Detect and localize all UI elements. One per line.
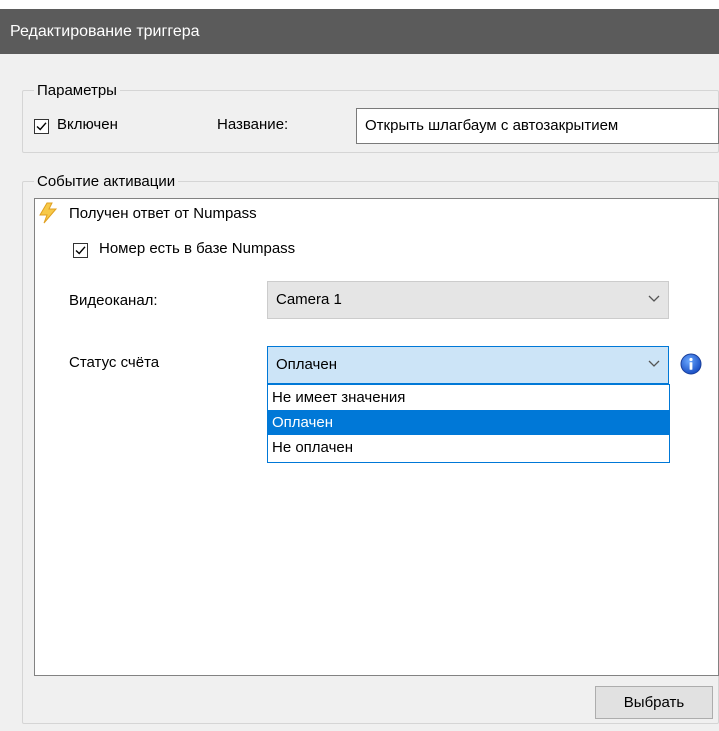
in-base-checkbox[interactable]: [73, 243, 88, 258]
status-option-unpaid[interactable]: Не оплачен: [268, 435, 669, 460]
video-channel-value: Camera 1: [276, 291, 342, 308]
video-channel-select[interactable]: Camera 1: [267, 281, 669, 319]
account-status-select[interactable]: Оплачен: [267, 346, 669, 384]
window-title-bar: Редактирование триггера: [0, 9, 719, 54]
checkmark-icon: [75, 246, 86, 255]
window-title: Редактирование триггера: [10, 23, 200, 40]
name-label: Название:: [217, 116, 289, 133]
lightning-bolt-icon: [38, 202, 58, 228]
status-option-paid[interactable]: Оплачен: [268, 410, 669, 435]
status-option-any[interactable]: Не имеет значения: [268, 385, 669, 410]
select-button[interactable]: Выбрать: [595, 686, 713, 719]
trigger-title[interactable]: Получен ответ от Numpass: [69, 205, 257, 222]
info-icon[interactable]: [680, 353, 702, 379]
checkmark-icon: [36, 122, 47, 131]
in-base-label[interactable]: Номер есть в базе Numpass: [99, 240, 295, 257]
chevron-down-icon: [648, 360, 660, 367]
enabled-checkbox[interactable]: [34, 119, 49, 134]
chevron-down-icon: [648, 295, 660, 302]
event-legend: Событие активации: [37, 173, 176, 190]
video-channel-label: Видеоканал:: [69, 292, 158, 309]
account-status-value: Оплачен: [276, 356, 337, 373]
params-legend: Параметры: [37, 82, 117, 99]
account-status-dropdown[interactable]: Не имеет значения Оплачен Не оплачен: [267, 384, 670, 463]
name-input[interactable]: Открыть шлагбаум с автозакрытием: [356, 108, 719, 144]
account-status-label: Статус счёта: [69, 354, 160, 371]
enabled-label[interactable]: Включен: [57, 116, 118, 133]
